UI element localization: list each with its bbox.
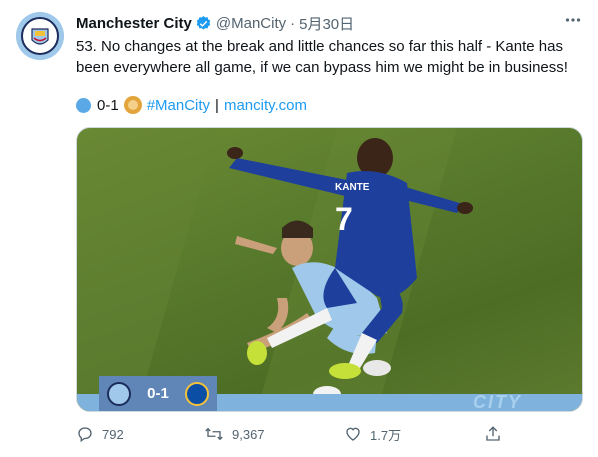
retweet-count: 9,367 [232, 426, 265, 442]
lion-emoji-icon [123, 96, 142, 114]
tweet-date[interactable]: 5月30日 [299, 13, 354, 34]
divider: | [215, 96, 219, 114]
reply-count: 792 [102, 426, 124, 442]
banner-word: CITY [472, 392, 522, 412]
heart-icon [346, 427, 360, 441]
tweet-actions: 792 9,367 1.7万 [76, 424, 526, 444]
avatar[interactable] [16, 12, 64, 60]
hashtag-link[interactable]: #ManCity [147, 97, 210, 114]
score-line: 0-1 #ManCity | mancity.com [76, 95, 307, 115]
tweet[interactable]: Manchester City @ManCity · 5月30日 53. No … [0, 0, 598, 457]
verified-badge-icon [196, 15, 211, 30]
display-name[interactable]: Manchester City [76, 15, 192, 32]
tweet-photo[interactable]: KANTE 7 CITY 0-1 [76, 127, 583, 412]
tweet-header: Manchester City @ManCity · 5月30日 [76, 13, 582, 33]
reply-icon [78, 427, 92, 443]
score-text: 0-1 [97, 96, 119, 114]
man-city-crest-icon [16, 12, 64, 60]
score-box-text: 0-1 [147, 385, 169, 402]
shirt-number: 7 [335, 201, 353, 237]
website-link[interactable]: mancity.com [224, 97, 307, 114]
separator-dot: · [290, 14, 296, 32]
shirt-name: KANTE [335, 182, 370, 193]
share-icon [486, 426, 500, 441]
chelsea-badge-icon [185, 381, 209, 406]
score-box: 0-1 [99, 376, 217, 411]
like-count: 1.7万 [370, 427, 402, 443]
match-photo: KANTE 7 [77, 128, 473, 411]
man-city-badge-icon [107, 381, 131, 406]
retweet-button[interactable]: 9,367 [204, 425, 265, 443]
reply-button[interactable]: 792 [76, 425, 124, 443]
tweet-text: 53. No changes at the break and little c… [76, 38, 568, 76]
more-options-icon[interactable] [564, 11, 582, 34]
user-handle[interactable]: @ManCity [216, 15, 286, 32]
share-button[interactable] [484, 425, 510, 443]
like-button[interactable]: 1.7万 [344, 425, 401, 444]
blue-circle-emoji-icon [76, 97, 91, 113]
retweet-icon [205, 427, 223, 441]
